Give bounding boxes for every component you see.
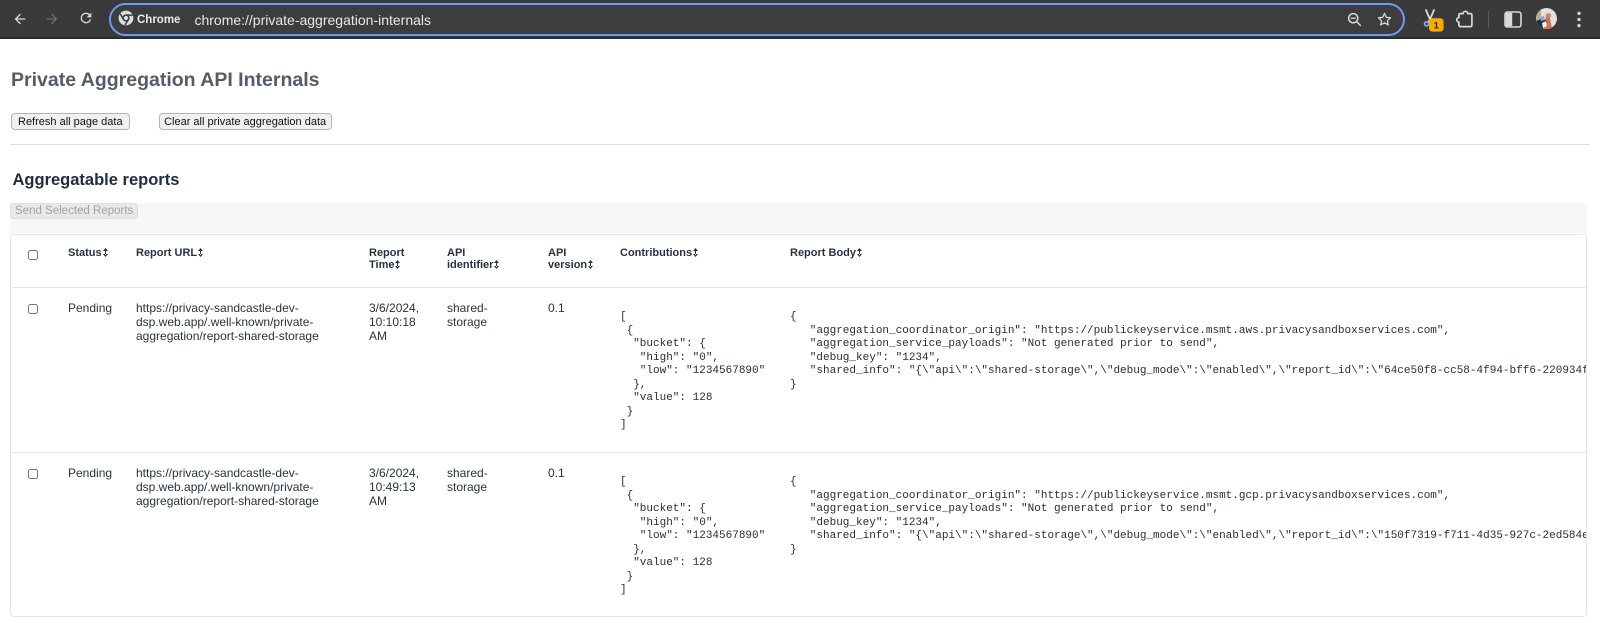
svg-text:1: 1 <box>1434 20 1440 31</box>
